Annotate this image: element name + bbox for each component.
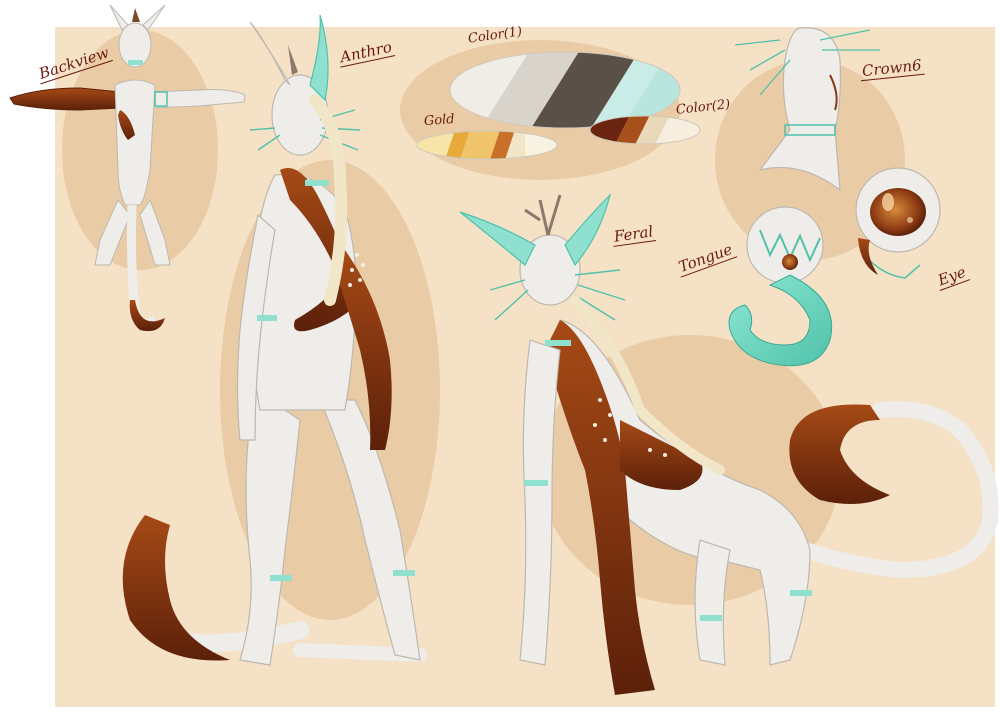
sheet-canvas: [9, 4, 999, 707]
reference-sheet: Backview Anthro Color(1) Color(2) Gold C…: [0, 0, 1000, 719]
color-palette-2: [589, 115, 701, 145]
label-gold: Gold: [423, 111, 456, 130]
